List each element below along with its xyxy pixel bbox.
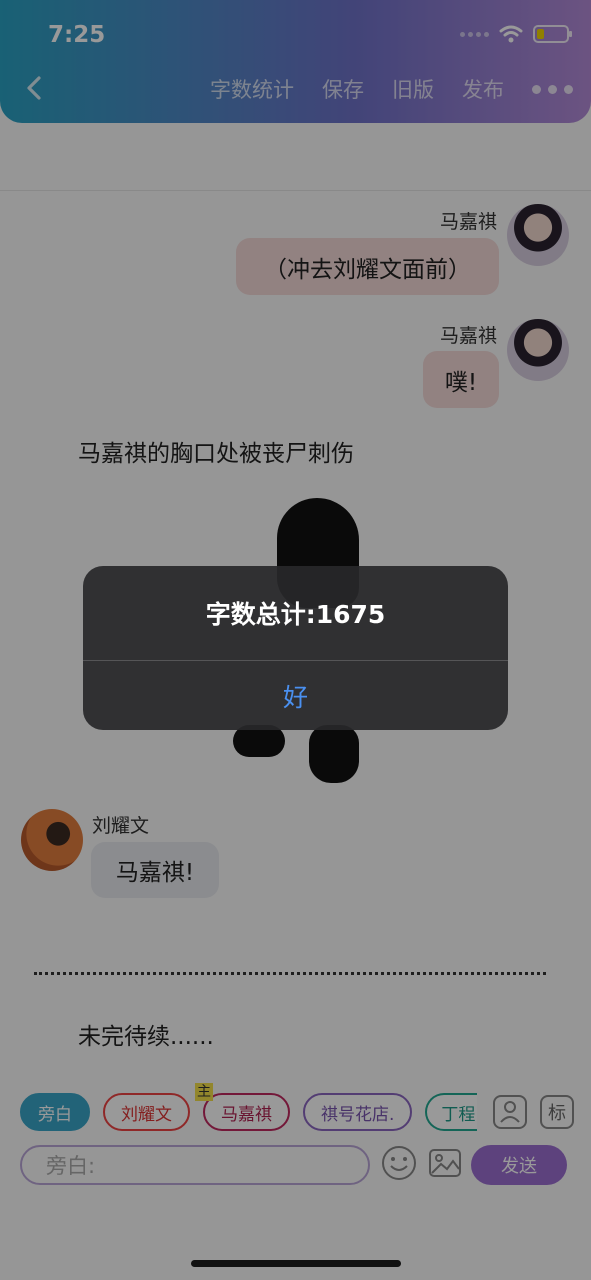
- alert-ok-button[interactable]: 好: [83, 661, 508, 730]
- home-indicator: [191, 1260, 401, 1267]
- alert-title: 字数总计:1675: [205, 600, 386, 629]
- word-count-alert: 字数总计:1675 好: [83, 566, 508, 730]
